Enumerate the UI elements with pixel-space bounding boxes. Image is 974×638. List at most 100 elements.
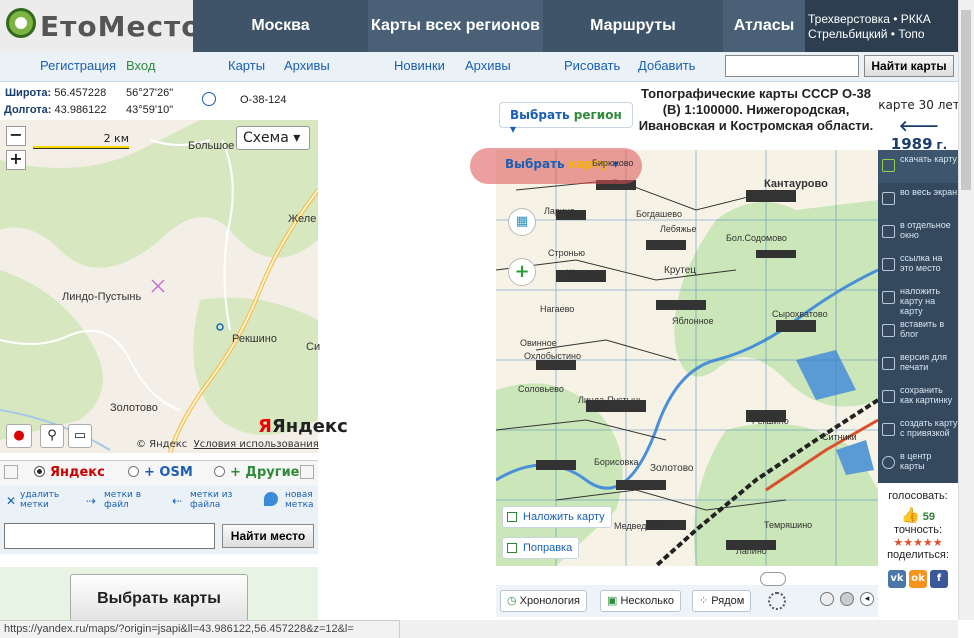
lon-label: Долгота: — [4, 104, 52, 116]
crosshair-icon — [882, 456, 895, 469]
top-map-links[interactable]: Трехверстовка • РККА Стрельбицкий • Топо — [808, 12, 974, 42]
ok-share-icon[interactable]: ok — [909, 570, 927, 588]
collapse-icon[interactable] — [4, 465, 18, 479]
top-search-input[interactable] — [725, 55, 859, 77]
correction-button[interactable]: Поправка — [502, 537, 580, 559]
ruler-icon[interactable]: ▭ — [68, 424, 92, 448]
marks-toolbar: ✕ удалить метки ⇢ метки в файл ⇠ метки и… — [0, 486, 318, 520]
choose-maps-button[interactable]: Выбрать карты — [70, 574, 248, 624]
vote-count: 59 — [922, 511, 935, 523]
terms-link[interactable]: Условия использования — [194, 439, 319, 450]
osm-radio[interactable] — [128, 466, 139, 477]
opacity-less-icon[interactable] — [820, 592, 834, 606]
vk-share-icon[interactable]: vk — [888, 570, 906, 588]
archives-link-1[interactable]: Архивы — [284, 58, 330, 73]
find-maps-button[interactable]: Найти карты — [864, 55, 954, 77]
rating-panel: голосовать: 👍 59 точность: ★★★★★ поделит… — [878, 490, 958, 561]
chronology-button[interactable]: ◷ Хронология — [500, 590, 587, 612]
topo-place-label: Борисовка — [594, 457, 639, 467]
zoom-out-button[interactable]: − — [6, 126, 26, 146]
login-link[interactable]: Вход — [126, 58, 155, 73]
share-label: поделиться: — [887, 549, 949, 561]
new-mark-link[interactable]: новая метка — [285, 490, 319, 510]
vertical-scrollbar[interactable] — [958, 0, 974, 620]
print-tool[interactable]: версия для печати — [878, 348, 958, 381]
topo-place-label: Золотово — [650, 463, 694, 474]
find-place-button[interactable]: Найти место — [222, 524, 314, 548]
archives-link-2[interactable]: Архивы — [465, 58, 511, 73]
register-link[interactable]: Регистрация — [40, 58, 116, 73]
opacity-more-icon[interactable] — [840, 592, 854, 606]
yandex-provider-label[interactable]: Яндекс — [50, 465, 105, 480]
nav-all-regions[interactable]: Карты всех регионов — [368, 0, 543, 52]
accuracy-stars[interactable]: ★★★★★ — [878, 536, 958, 549]
contrast-slider[interactable] — [760, 572, 786, 586]
cursor-icon — [882, 258, 895, 271]
logo-text: ЕтоМесто — [40, 10, 202, 43]
fullscreen-tool[interactable]: во весь экран — [878, 183, 958, 216]
copyright-text: © Яндекс — [136, 439, 188, 450]
brightness-icon[interactable] — [768, 592, 786, 610]
center-tool[interactable]: в центр карты — [878, 447, 958, 480]
nav-routes[interactable]: Маршруты — [543, 0, 723, 52]
placemark-icon[interactable]: ● — [6, 424, 32, 448]
load-file-icon: ⇠ — [172, 494, 183, 508]
scroll-thumb[interactable] — [961, 10, 971, 190]
links-line-1[interactable]: Трехверстовка • РККА — [808, 12, 974, 27]
yandex-map[interactable] — [0, 120, 318, 453]
nav-moscow[interactable]: Москва — [193, 0, 368, 52]
maps-link[interactable]: Карты — [228, 58, 265, 73]
osm-provider-label[interactable]: + OSM — [144, 465, 193, 480]
map-type-select[interactable]: Схема ▾ — [236, 126, 310, 150]
magnifier-icon[interactable]: ⚲ — [40, 424, 64, 448]
georef-tool[interactable]: создать карту с привязкой — [878, 414, 958, 447]
nav-atlases[interactable]: Атласы — [723, 0, 805, 52]
new-window-tool[interactable]: в отдельное окно — [878, 216, 958, 249]
place-label: Линдо-Пустынь — [62, 291, 142, 303]
download-map-tool[interactable]: скачать карту — [878, 150, 958, 183]
other-provider-label[interactable]: + Другие — [230, 465, 300, 480]
grid-icon — [882, 423, 895, 436]
choose-region-button[interactable]: Выбрать регион ▾ — [499, 102, 633, 136]
horizontal-scrollbar[interactable] — [400, 620, 958, 638]
overlay-map-button[interactable]: Наложить карту — [502, 506, 612, 528]
overlay-tool[interactable]: наложить карту на карту — [878, 282, 958, 316]
draw-link[interactable]: Рисовать — [564, 58, 620, 73]
links-line-2[interactable]: Стрельбицкий • Топо — [808, 27, 974, 42]
topo-place-label: Бирюково — [592, 158, 634, 168]
add-link[interactable]: Добавить — [638, 58, 695, 73]
place-search-input[interactable] — [4, 523, 215, 549]
several-button[interactable]: ▣ Несколько — [600, 590, 682, 612]
site-logo[interactable]: ЕтоМесто — [0, 0, 201, 52]
news-link[interactable]: Новинки — [394, 58, 445, 73]
facebook-share-icon[interactable]: f — [930, 570, 948, 588]
correction-icon — [507, 543, 517, 553]
topo-place-label: Нагаево — [540, 304, 575, 314]
topo-place-label: Стронью — [548, 248, 586, 258]
other-radio[interactable] — [214, 466, 225, 477]
blog-tool[interactable]: вставить в блог — [878, 315, 958, 348]
sheet-code: O-38-124 — [240, 94, 287, 106]
thumbs-up-icon[interactable]: 👍 — [901, 507, 920, 524]
add-icon[interactable]: + — [508, 258, 536, 286]
yandex-radio[interactable] — [34, 466, 45, 477]
save-icon — [882, 390, 895, 403]
grid-icon[interactable]: ▦ — [508, 208, 536, 236]
lon-dms: 43°59'10" — [126, 104, 174, 116]
marks-to-file-link[interactable]: метки в файл — [104, 490, 148, 510]
delete-marks-link[interactable]: удалить метки — [20, 490, 64, 510]
place-label: Желе — [288, 213, 317, 225]
back-icon[interactable]: ◂ — [860, 592, 874, 606]
zoom-in-button[interactable]: + — [6, 150, 26, 170]
lat-dms: 56°27'26" — [126, 87, 174, 99]
year-caption: карте 30 лет — [878, 98, 960, 112]
expand-icon[interactable] — [300, 465, 314, 479]
compass-icon[interactable] — [202, 92, 216, 106]
link-tool[interactable]: ссылка на это место — [878, 249, 958, 282]
fullscreen-icon — [882, 192, 895, 205]
place-label: Си — [306, 341, 321, 353]
prev-year-icon[interactable]: 🡐 — [899, 117, 939, 135]
save-image-tool[interactable]: сохранить как картинку — [878, 381, 958, 414]
nearby-button[interactable]: ⁘ Рядом — [692, 590, 752, 612]
marks-from-file-link[interactable]: метки из файла — [190, 490, 234, 510]
